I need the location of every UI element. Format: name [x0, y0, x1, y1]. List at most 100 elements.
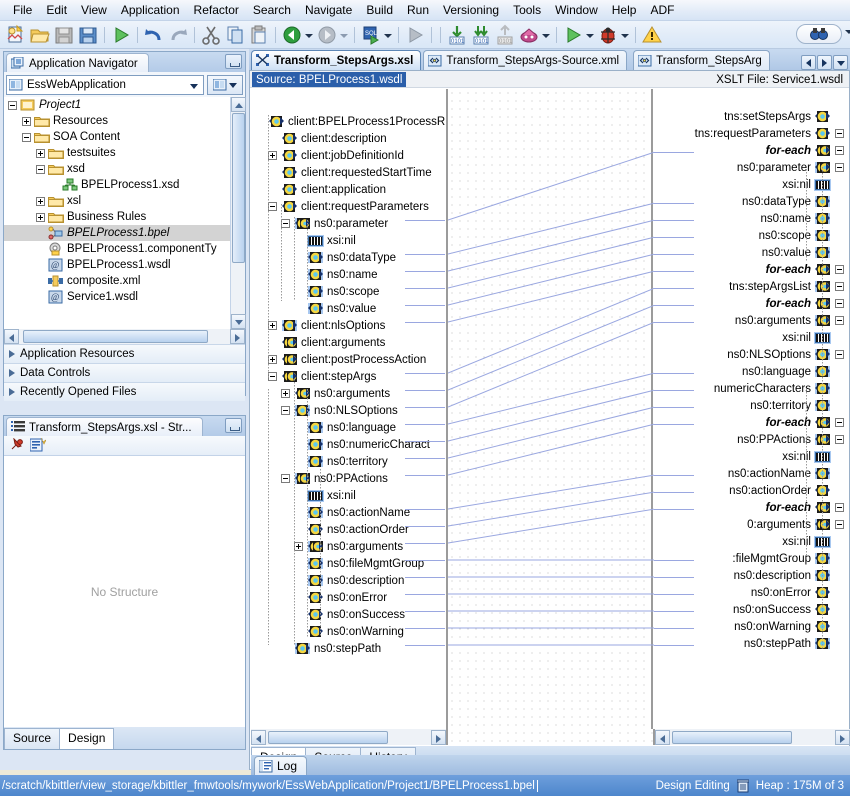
- menu-item-application[interactable]: Application: [114, 1, 187, 19]
- tab-log[interactable]: Log: [254, 756, 307, 775]
- collapse-icon[interactable]: [281, 474, 290, 483]
- tree-item-project1[interactable]: Project1: [4, 97, 245, 113]
- schema-node-ns0-nlsoptions[interactable]: ns0:NLSOptions: [726, 346, 846, 363]
- hscroll-left-button[interactable]: [655, 730, 670, 745]
- schema-node-for-each[interactable]: for-each: [765, 142, 846, 159]
- source-schema-tree[interactable]: client:BPELProcess1ProcessRequclient:des…: [251, 89, 445, 743]
- schema-node-for-each[interactable]: for-each: [765, 295, 846, 312]
- collapse-icon[interactable]: [835, 316, 844, 325]
- tree-item-composite-xml[interactable]: composite.xml: [4, 273, 245, 289]
- tab-scroll-right-button[interactable]: [817, 55, 832, 70]
- debug-dropdown-icon[interactable]: [620, 24, 629, 46]
- collapse-icon[interactable]: [22, 133, 31, 142]
- schema-node-numericcharacters[interactable]: numericCharacters: [713, 380, 846, 397]
- schema-node-ns0-arguments[interactable]: ns0:arguments: [279, 385, 391, 402]
- step-over-icon[interactable]: 0101: [470, 24, 492, 46]
- scroll-thumb[interactable]: [232, 113, 245, 263]
- profiler-icon[interactable]: [518, 24, 540, 46]
- schema-node-ns0-onsuccess[interactable]: ns0:onSuccess: [292, 606, 406, 623]
- tree-item-xsl[interactable]: xsl: [4, 193, 245, 209]
- menu-item-build[interactable]: Build: [359, 1, 400, 19]
- hscroll-track[interactable]: [19, 329, 230, 344]
- hscroll-left-button[interactable]: [251, 730, 266, 745]
- schema-node-0-arguments[interactable]: 0:arguments: [746, 516, 846, 533]
- collapse-icon[interactable]: [835, 435, 844, 444]
- tab-structure[interactable]: Transform_StepsArgs.xsl - Str...: [6, 417, 203, 436]
- new-icon[interactable]: [5, 24, 27, 46]
- schema-node-ns0-numericcharact[interactable]: ns0:numericCharact: [292, 436, 431, 453]
- redo-icon[interactable]: [167, 24, 189, 46]
- menu-item-adf[interactable]: ADF: [643, 1, 681, 19]
- expand-icon[interactable]: [268, 151, 277, 160]
- chevron-down-icon[interactable]: [187, 76, 201, 94]
- menu-item-navigate[interactable]: Navigate: [298, 1, 359, 19]
- schema-node-client-requestparameters[interactable]: client:requestParameters: [266, 198, 430, 215]
- editor-tab-transform-stepsargs-xsl[interactable]: Transform_StepsArgs.xsl: [251, 50, 421, 70]
- expand-icon[interactable]: [268, 355, 277, 364]
- play-gray-icon[interactable]: [404, 24, 426, 46]
- accordion-data-controls[interactable]: Data Controls: [4, 363, 245, 382]
- schema-node-xsi-nil[interactable]: xsi:nil: [781, 176, 846, 193]
- collapse-icon[interactable]: [835, 350, 844, 359]
- project-tree[interactable]: Project1ResourcesSOA Contenttestsuitesxs…: [4, 97, 245, 329]
- collapse-icon[interactable]: [835, 146, 844, 155]
- paste-icon[interactable]: [248, 24, 270, 46]
- schema-node-xsi-nil[interactable]: xsi:nil: [781, 329, 846, 346]
- scroll-down-button[interactable]: [231, 314, 246, 329]
- sql-worksheet-icon[interactable]: SQL: [360, 24, 382, 46]
- collapse-icon[interactable]: [268, 202, 277, 211]
- schema-node-ns0-language[interactable]: ns0:language: [741, 363, 846, 380]
- tab-scroll-left-button[interactable]: [801, 55, 816, 70]
- tree-item-soa-content[interactable]: SOA Content: [4, 129, 245, 145]
- schema-node-ns0-actionorder[interactable]: ns0:actionOrder: [728, 482, 846, 499]
- schema-node-ns0-description[interactable]: ns0:description: [733, 567, 846, 584]
- tab-design[interactable]: Design: [59, 728, 114, 749]
- find-toolbar-button[interactable]: [796, 24, 842, 44]
- schema-node-for-each[interactable]: for-each: [765, 261, 846, 278]
- schema-node-xsi-nil[interactable]: xsi:nil: [781, 448, 846, 465]
- schema-node-ns0-datatype[interactable]: ns0:dataType: [741, 193, 846, 210]
- collapse-icon[interactable]: [835, 503, 844, 512]
- application-combo[interactable]: EssWebApplication: [6, 75, 204, 95]
- tree-item-xsd[interactable]: xsd: [4, 161, 245, 177]
- hscroll-track[interactable]: [266, 730, 431, 745]
- menu-item-window[interactable]: Window: [548, 1, 605, 19]
- schema-node-client-requestedstarttime[interactable]: client:requestedStartTime: [266, 164, 433, 181]
- expand-icon[interactable]: [281, 389, 290, 398]
- debug-icon[interactable]: [597, 24, 619, 46]
- schema-node-ns0-parameter[interactable]: ns0:parameter: [279, 215, 389, 232]
- menu-item-help[interactable]: Help: [605, 1, 644, 19]
- source-hscrollbar[interactable]: [251, 729, 446, 745]
- target-hscrollbar[interactable]: [655, 729, 850, 745]
- profiler-dropdown-icon[interactable]: [541, 24, 550, 46]
- menu-item-versioning[interactable]: Versioning: [436, 1, 506, 19]
- expand-icon[interactable]: [22, 117, 31, 126]
- freeze-icon[interactable]: [30, 438, 46, 453]
- hscroll-track[interactable]: [670, 730, 835, 745]
- schema-node-client-description[interactable]: client:description: [266, 130, 388, 147]
- schema-node-ns0-ppactions[interactable]: ns0:PPActions: [279, 470, 389, 487]
- schema-node-tns-requestparameters[interactable]: tns:requestParameters: [694, 125, 846, 142]
- target-schema-tree[interactable]: tns:setStepsArgstns:requestParametersfor…: [654, 89, 848, 743]
- save-all-icon[interactable]: [77, 24, 99, 46]
- pin-icon[interactable]: [9, 438, 25, 453]
- schema-node-ns0-ppactions[interactable]: ns0:PPActions: [736, 431, 846, 448]
- step-into-icon[interactable]: 0101: [446, 24, 468, 46]
- expand-icon[interactable]: [268, 321, 277, 330]
- menu-item-file[interactable]: File: [6, 1, 39, 19]
- cut-icon[interactable]: [200, 24, 222, 46]
- structure-minimize-button[interactable]: [225, 418, 242, 433]
- back-dropdown-icon[interactable]: [304, 24, 313, 46]
- open-icon[interactable]: [29, 24, 51, 46]
- schema-node-ns0-parameter[interactable]: ns0:parameter: [736, 159, 846, 176]
- expand-icon[interactable]: [294, 542, 303, 551]
- schema-node-client-arguments[interactable]: client:arguments: [266, 334, 386, 351]
- step-out-icon[interactable]: 0101: [494, 24, 516, 46]
- expand-icon[interactable]: [36, 149, 45, 158]
- collapse-icon[interactable]: [835, 282, 844, 291]
- mapping-canvas[interactable]: [446, 89, 653, 743]
- collapse-icon[interactable]: [268, 372, 277, 381]
- run-icon[interactable]: [110, 24, 132, 46]
- tab-source[interactable]: Source: [4, 728, 60, 749]
- schema-node-ns0-name[interactable]: ns0:name: [759, 210, 846, 227]
